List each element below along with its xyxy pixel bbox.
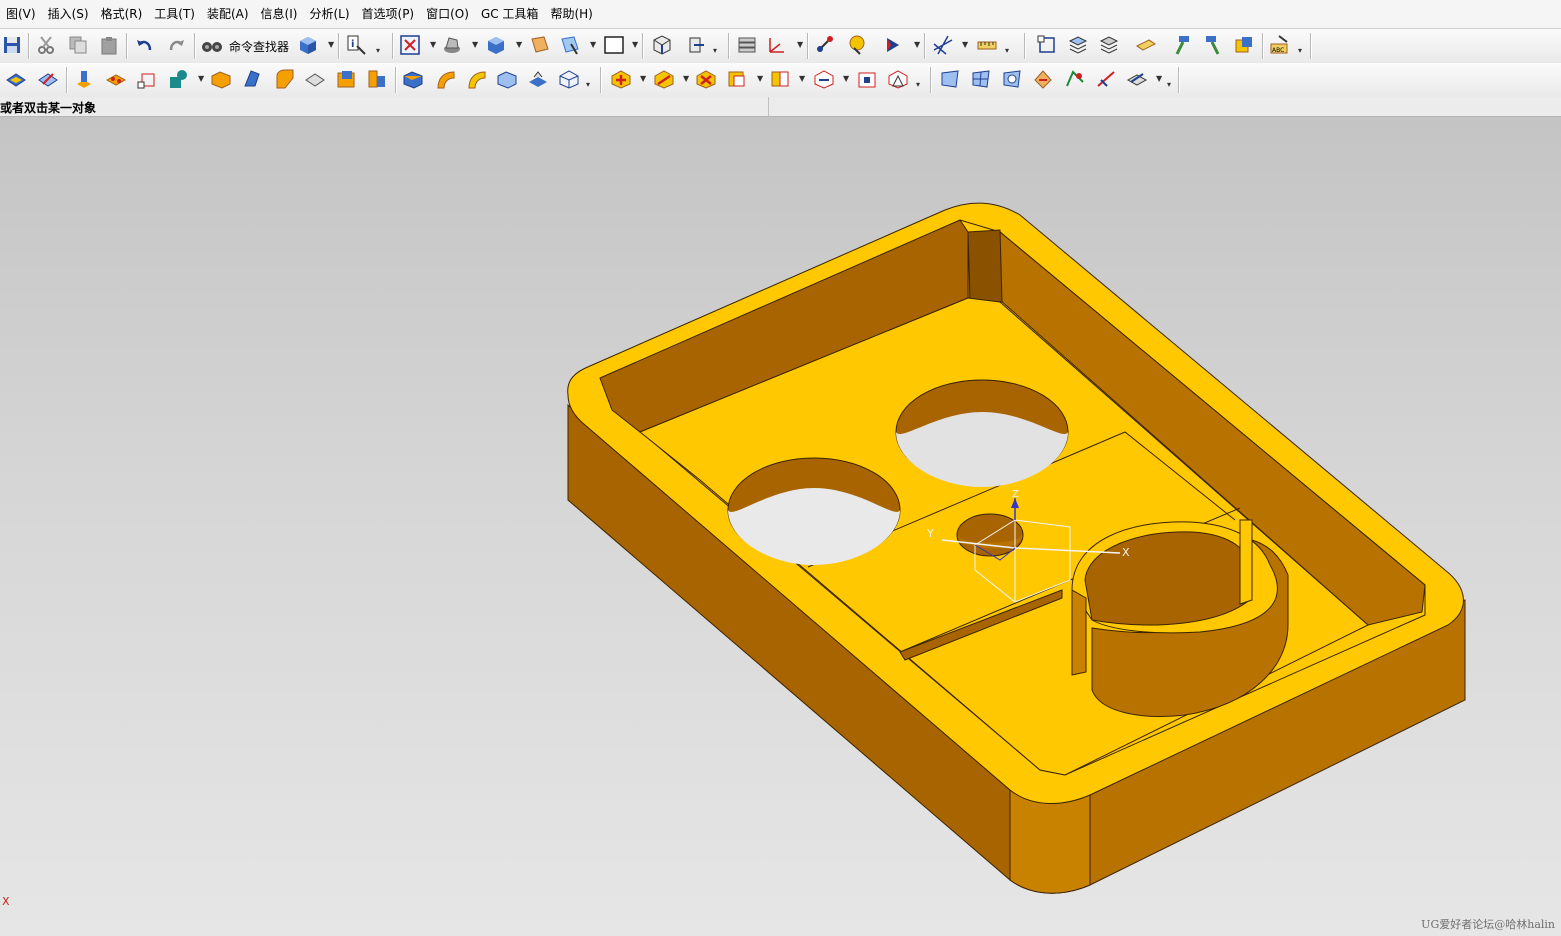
menu-format[interactable]: 格式(R) xyxy=(95,0,149,28)
menu-window[interactable]: 窗口(O) xyxy=(420,0,475,28)
menu-view[interactable]: 图(V) xyxy=(0,0,42,28)
save-icon[interactable] xyxy=(0,34,24,56)
edge-blend-icon[interactable] xyxy=(272,68,296,90)
axis-label-x: X xyxy=(1122,546,1130,559)
analysis-tool-icon[interactable] xyxy=(845,34,869,56)
offset-face-icon[interactable] xyxy=(526,68,550,90)
hammer-green-icon[interactable] xyxy=(1201,34,1225,56)
law-extension-icon[interactable] xyxy=(1125,68,1149,90)
menu-insert[interactable]: 插入(S) xyxy=(42,0,95,28)
rendering-style-icon[interactable] xyxy=(440,34,464,56)
swept-icon[interactable] xyxy=(433,68,457,90)
sketch-icon[interactable] xyxy=(135,68,159,90)
cut-icon[interactable] xyxy=(34,34,58,56)
absolute-csys-label: X xyxy=(2,895,10,908)
extrude-icon[interactable] xyxy=(72,68,96,90)
redo-icon[interactable] xyxy=(164,34,188,56)
layer-settings-icon[interactable] xyxy=(735,34,759,56)
split-body-icon[interactable] xyxy=(768,68,792,90)
thicken-icon[interactable] xyxy=(495,68,519,90)
menu-analysis[interactable]: 分析(L) xyxy=(303,0,355,28)
svg-text:ABC: ABC xyxy=(1272,47,1284,54)
hole-icon[interactable] xyxy=(365,68,389,90)
menu-assembly[interactable]: 装配(A) xyxy=(201,0,255,28)
watermark: UG爱好者论坛@哈林halin xyxy=(1421,918,1555,931)
stack-layers-icon[interactable] xyxy=(1066,34,1090,56)
cue-line: 或者双击某一对象 xyxy=(0,97,1561,117)
window-frame-icon[interactable] xyxy=(602,34,626,56)
svg-text:i: i xyxy=(351,39,354,50)
material-icon[interactable] xyxy=(1232,34,1256,56)
replace-face-icon[interactable] xyxy=(725,68,749,90)
pattern-icon[interactable] xyxy=(104,68,128,90)
sew-icon[interactable] xyxy=(464,68,488,90)
edit-object-icon[interactable] xyxy=(528,34,552,56)
wireframe-cube-icon[interactable] xyxy=(1035,34,1059,56)
status-prompt: 或者双击某一对象 xyxy=(0,101,97,115)
view-style-cube-icon[interactable] xyxy=(296,34,320,56)
status-divider xyxy=(768,97,769,116)
binoculars-icon[interactable] xyxy=(200,34,224,56)
through-curves-icon[interactable] xyxy=(969,68,993,90)
text-abc-icon[interactable]: ABC xyxy=(1268,34,1292,56)
select-filter-icon[interactable] xyxy=(558,34,582,56)
trimmed-sheet-icon[interactable] xyxy=(1031,68,1055,90)
feature-toolbar: ▼ ▾ ▼ ▼ ▼ ▼ ▼ ▾ ▼ ▾ xyxy=(0,63,1561,98)
intersect-icon[interactable] xyxy=(694,68,718,90)
extension-icon[interactable] xyxy=(1094,68,1118,90)
undo-icon[interactable] xyxy=(133,34,157,56)
datum-plane-icon[interactable] xyxy=(4,68,28,90)
menu-help[interactable]: 帮助(H) xyxy=(544,0,598,28)
shell-icon[interactable] xyxy=(334,68,358,90)
standard-toolbar: 命令查找器 ▼ i ▾ ▼ ▼ ▼ ▼ ▼ ▾ ▼ ▼ ▼ ▾ ABC ▾ xyxy=(0,29,1561,64)
play-icon[interactable] xyxy=(882,34,906,56)
resize-face-icon[interactable] xyxy=(855,68,879,90)
menu-tools[interactable]: 工具(T) xyxy=(148,0,201,28)
axis-label-y: Y xyxy=(926,527,934,540)
paste-icon[interactable] xyxy=(97,34,121,56)
axis-label-z: Z xyxy=(1012,489,1019,500)
shaded-cube-icon[interactable] xyxy=(484,34,508,56)
grid-icon[interactable] xyxy=(931,34,955,56)
move-face-icon[interactable] xyxy=(812,68,836,90)
menu-bar: 图(V) 插入(S) 格式(R) 工具(T) 装配(A) 信息(I) 分析(L)… xyxy=(0,0,1561,29)
model-canvas[interactable]: Z X Y xyxy=(0,117,1561,936)
graphics-window[interactable]: Z X Y X UG爱好者论坛@哈林halin xyxy=(0,117,1561,936)
fit-view-icon[interactable] xyxy=(398,34,422,56)
cylindrical-boss[interactable] xyxy=(1071,519,1289,717)
menu-preferences[interactable]: 首选项(P) xyxy=(356,0,421,28)
delete-face-icon[interactable] xyxy=(886,68,910,90)
boolean-icon[interactable] xyxy=(167,68,191,90)
section-view-icon[interactable] xyxy=(683,34,707,56)
face-blend-icon[interactable] xyxy=(1063,68,1087,90)
chamfer-icon[interactable] xyxy=(303,68,327,90)
copy-icon[interactable] xyxy=(66,34,90,56)
measure-distance-icon[interactable] xyxy=(814,34,838,56)
datum-axis-icon[interactable] xyxy=(36,68,60,90)
hammer-blue-icon[interactable] xyxy=(1170,34,1194,56)
draft-icon[interactable] xyxy=(240,68,264,90)
wcs-icon[interactable] xyxy=(765,34,789,56)
menu-gc-toolkit[interactable]: GC 工具箱 xyxy=(475,0,545,28)
view-orient-icon[interactable] xyxy=(649,34,673,56)
trim-body-icon[interactable] xyxy=(401,68,425,90)
note-icon[interactable] xyxy=(1134,34,1158,56)
ruler-icon[interactable] xyxy=(975,34,999,56)
menu-information[interactable]: 信息(I) xyxy=(255,0,304,28)
block-icon[interactable] xyxy=(209,68,233,90)
layer-category-icon[interactable] xyxy=(1097,34,1121,56)
subtract-icon[interactable] xyxy=(652,68,676,90)
info-icon[interactable]: i xyxy=(344,34,368,56)
bounded-plane-icon[interactable] xyxy=(1000,68,1024,90)
wire-cube-icon[interactable] xyxy=(557,68,581,90)
unite-icon[interactable] xyxy=(609,68,633,90)
command-finder-label[interactable]: 命令查找器 xyxy=(229,38,289,55)
surface-mesh-icon[interactable] xyxy=(938,68,962,90)
